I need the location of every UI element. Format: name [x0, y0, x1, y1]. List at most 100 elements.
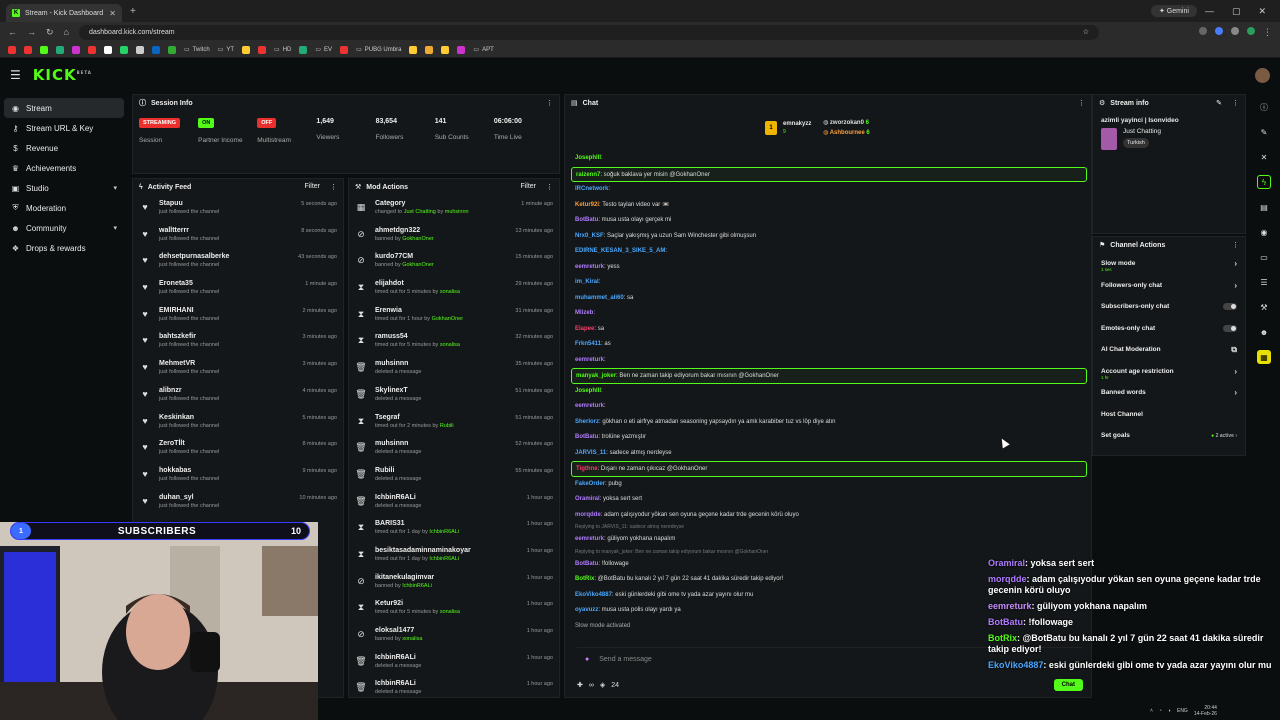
list-item[interactable]: ♥ duhan_syl just followed the channel 10 mi… — [133, 489, 343, 516]
chat-username[interactable]: Mlizeb — [575, 310, 593, 316]
chat-username[interactable]: Ketur92i — [575, 202, 599, 208]
channel-action-row[interactable]: Set goals ● 2 active › — [1093, 425, 1245, 447]
info-icon[interactable]: ⓘ — [1257, 100, 1271, 114]
list-item[interactable]: ♥ walltterrr just followed the channel 8 se… — [133, 222, 343, 249]
chat-message[interactable]: raizenn7: soğuk baklava yer misin @Gokha… — [571, 166, 1087, 182]
chat-username[interactable]: eemreturk — [575, 357, 604, 363]
chat-message[interactable]: Josephlll: — [571, 384, 1087, 400]
pencil-icon[interactable]: ✎ — [1257, 125, 1271, 139]
more-options-icon[interactable]: ⋮ — [1078, 99, 1085, 107]
moderator-name[interactable]: Just Chatting — [404, 209, 436, 215]
chat-icon[interactable]: ◉ — [1257, 225, 1271, 239]
maximize-icon[interactable]: ▢ — [1232, 6, 1241, 17]
chat-message[interactable]: JARVIS_11: sadece atmış nerdeyse — [571, 446, 1087, 462]
chat-username[interactable]: BotBatu — [575, 434, 598, 440]
bookmark-icon[interactable] — [152, 45, 160, 54]
chat-username[interactable]: morqdde — [575, 512, 601, 518]
sidebar-item-studio[interactable]: ▣ Studio ▾ — [4, 178, 124, 198]
chat-username[interactable]: muhammet_ali60 — [575, 295, 624, 301]
chat-username[interactable]: EkoViko4887 — [575, 592, 612, 598]
list-item[interactable]: ⧗ besiktasadaminnaminakoyar timed out for … — [349, 542, 559, 569]
clock[interactable]: 20:44 14-Feb-26 — [1194, 705, 1217, 717]
bookmark-icon[interactable] — [104, 45, 112, 54]
moderator-name[interactable]: muhsinnn — [445, 209, 469, 215]
chat-username[interactable]: BotBatu — [575, 561, 598, 567]
list-item[interactable]: ♥ Keskinkan just followed the channel 5 min… — [133, 409, 343, 436]
bookmark-icon[interactable] — [441, 45, 450, 54]
list-item[interactable]: ⧗ Ketur92i timed out for 5 minutes by sona… — [349, 595, 559, 622]
bookmark-icon[interactable] — [242, 45, 251, 54]
list-item[interactable]: ▦ Category changed to Just Chatting by muh… — [349, 195, 559, 222]
more-options-icon[interactable]: ⋮ — [1232, 99, 1239, 107]
profile-icon[interactable] — [1247, 26, 1255, 35]
list-item[interactable]: 🗑 IchbinR6ALi deleted a message 1 hour ago — [349, 649, 559, 676]
toggle-switch[interactable] — [1223, 303, 1237, 311]
channel-action-row[interactable]: Subscribers-only chat — [1093, 296, 1245, 318]
network-icon[interactable]: ◔ — [1159, 708, 1162, 714]
chat-username[interactable]: IRCnetwork — [575, 186, 608, 192]
infinity-icon[interactable]: ∞ — [589, 682, 594, 689]
chat-username[interactable]: Elapee — [575, 326, 594, 332]
chat-username[interactable]: Josephlll — [575, 388, 601, 394]
chat-message[interactable]: Elapee: sa — [571, 322, 1087, 338]
list-item[interactable]: 🗑 IchbinR6ALi deleted a message 1 hour ago — [349, 675, 559, 697]
bookmark-icon[interactable] — [409, 45, 418, 54]
chat-username[interactable]: EDIRNE_KESAN_3_SIKE_5_AM — [575, 248, 665, 254]
moderator-name[interactable]: IchbinR6ALi — [429, 529, 459, 535]
channel-action-row[interactable]: AI Chat Moderation ⧉ — [1093, 339, 1245, 361]
forward-icon[interactable]: → — [27, 27, 36, 37]
bookmark-icon[interactable] — [120, 45, 128, 54]
moderator-name[interactable]: GokhanOner — [432, 316, 464, 322]
bookmark-folder[interactable]: ▭ YT — [218, 46, 234, 54]
sidebar-item-moderation[interactable]: ⛨ Moderation — [4, 198, 124, 218]
moderator-name[interactable]: GokhanOner — [402, 236, 434, 242]
more-options-icon[interactable]: ⋮ — [546, 183, 553, 191]
close-tab-icon[interactable]: ✕ — [109, 9, 116, 18]
filter-button[interactable]: Filter — [304, 183, 320, 191]
chat-username[interactable]: Sherlorz — [575, 419, 599, 425]
chat-message[interactable]: Mlizeb: — [571, 306, 1087, 322]
chat-message[interactable]: FakeOrder: pubg — [571, 477, 1087, 493]
chat-message[interactable]: eemreturk: yess — [571, 260, 1087, 276]
list-item[interactable]: ♥ alibnzr just followed the channel 4 minut… — [133, 382, 343, 409]
grid-icon[interactable]: ▦ — [1257, 350, 1271, 364]
bookmark-icon[interactable] — [299, 45, 308, 54]
chat-username[interactable]: Frkn5411 — [575, 341, 601, 347]
list-item[interactable]: ♥ ZeroTİlt just followed the channel 8 minu… — [133, 435, 343, 462]
users-icon[interactable]: ☻ — [1257, 325, 1271, 339]
list-item[interactable]: ♥ Stapuu just followed the channel 5 second… — [133, 195, 343, 222]
moderator-name[interactable]: IchbinR6ALi — [429, 556, 459, 562]
list-item[interactable]: ♥ dehsetpurnasalberke just followed the ch… — [133, 248, 343, 275]
chat-message[interactable]: im_Kiral: — [571, 275, 1087, 291]
list-item[interactable]: 🗑 muhsinnn deleted a message 35 minutes ago — [349, 355, 559, 382]
list-item[interactable]: ♥ MehmetVR just followed the channel 3 minu… — [133, 355, 343, 382]
list-item[interactable]: ⊘ ahmetdgn322 banned by GokhanOner 13 minut… — [349, 222, 559, 249]
chat-message[interactable]: Ketur92i: Testo taylan video var 📼 — [571, 198, 1087, 214]
sidebar-item-revenue[interactable]: $ Revenue — [4, 138, 124, 158]
list-item[interactable]: 🗑 IchbinR6ALi deleted a message 1 hour ago — [349, 489, 559, 516]
chat-message[interactable]: eemreturk: — [571, 399, 1087, 415]
moderator-name[interactable]: sonalisa — [440, 342, 460, 348]
list-item[interactable]: 🗑 SkylinexT deleted a message 51 minutes ag… — [349, 382, 559, 409]
extension-icon[interactable] — [1215, 26, 1223, 35]
sidebar-item-community[interactable]: ☻ Community ▾ — [4, 218, 124, 238]
chat-message[interactable]: morqdde: adam çalışıyodur yökan sen oyun… — [571, 508, 1087, 524]
list-item[interactable]: ♥ EMIRHANI just followed the channel 2 minu… — [133, 302, 343, 329]
volume-icon[interactable]: ◖ — [1168, 708, 1171, 714]
minimize-icon[interactable]: — — [1205, 6, 1214, 17]
stack-icon[interactable]: ☰ — [1257, 275, 1271, 289]
channel-action-row[interactable]: Followers-only chat › — [1093, 275, 1245, 297]
chat-username[interactable]: eemreturk — [575, 403, 604, 409]
chat-message[interactable]: Oramiral: yoksa sert sert — [571, 492, 1087, 508]
chat-username[interactable]: JARVIS_11 — [575, 450, 606, 456]
list-item[interactable]: ⧗ Erenwia timed out for 1 hour by GokhanOn… — [349, 302, 559, 329]
bookmark-icon[interactable] — [425, 45, 434, 54]
emote-picker-icon[interactable]: ● — [585, 656, 589, 663]
hamburger-menu-icon[interactable]: ☰ — [10, 68, 21, 82]
bookmark-icon[interactable] — [24, 45, 32, 54]
gift-icon[interactable]: ✚ — [577, 681, 583, 689]
bookmark-icon[interactable] — [88, 45, 96, 54]
close-window-icon[interactable]: ✕ — [1258, 6, 1266, 17]
back-icon[interactable]: ← — [8, 27, 17, 37]
moderator-name[interactable]: sonalisa — [440, 289, 460, 295]
